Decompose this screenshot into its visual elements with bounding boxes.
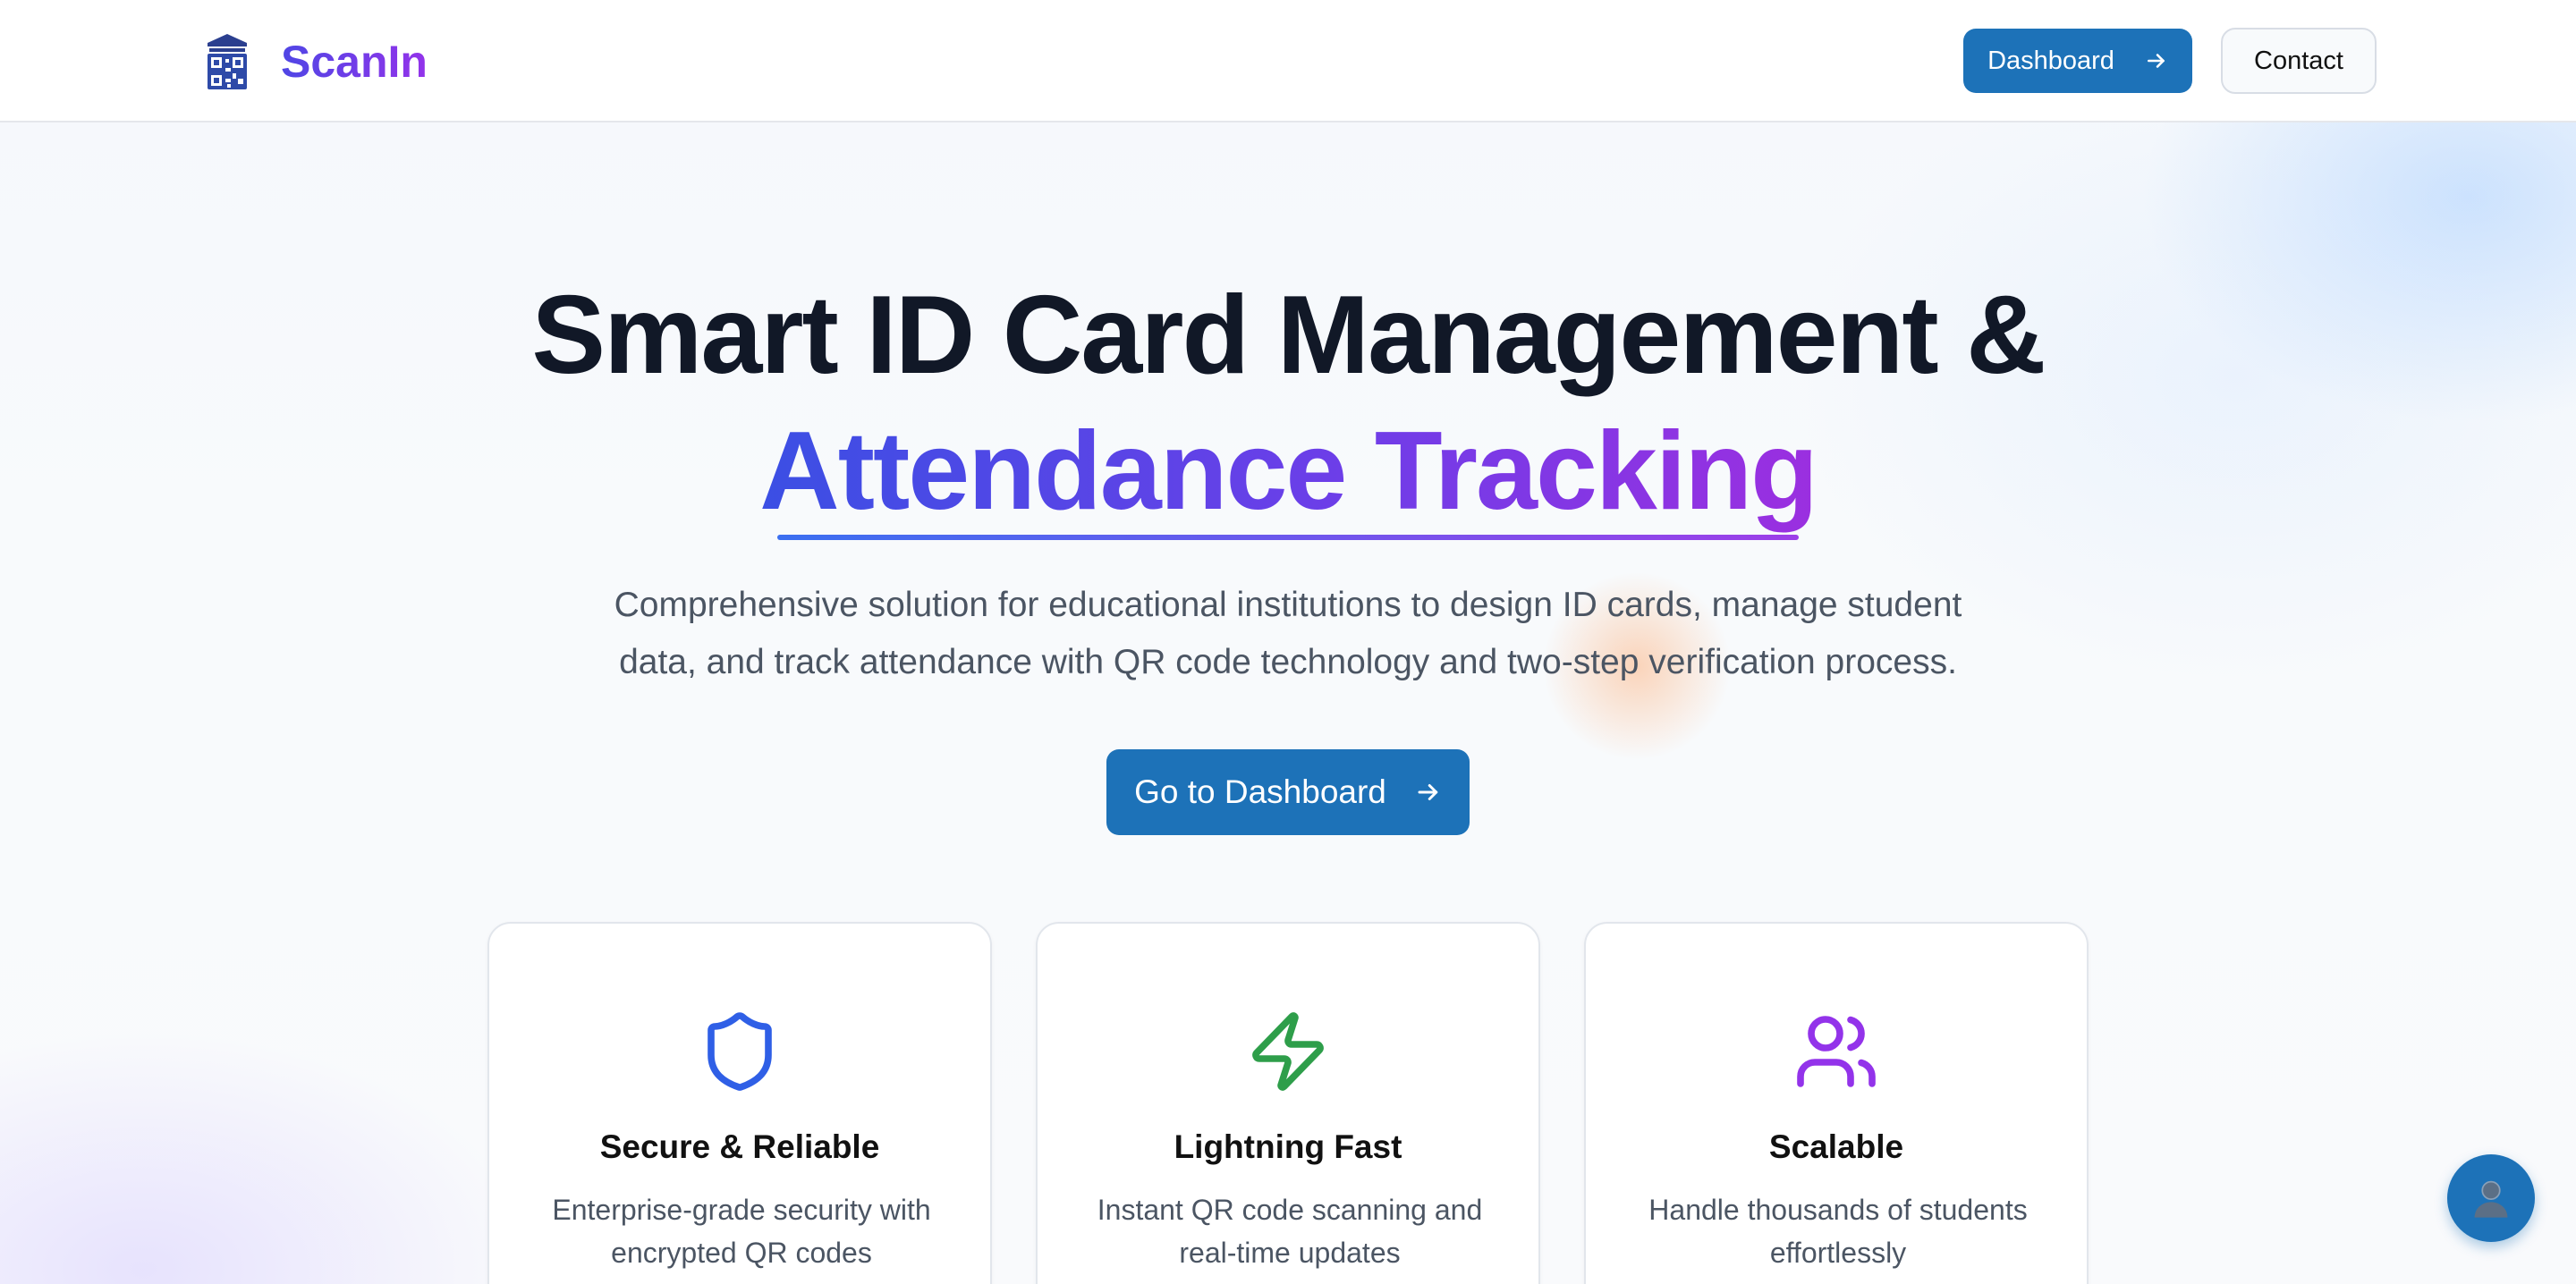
hero-title-underline	[777, 535, 1799, 540]
hero-title-highlight: Attendance Tracking	[759, 410, 1818, 533]
feature-title: Secure & Reliable	[599, 1128, 880, 1165]
hero-subtitle-line1: Comprehensive solution for educational i…	[614, 586, 1962, 624]
dashboard-button-label: Dashboard	[1987, 46, 2114, 75]
go-to-dashboard-button[interactable]: Go to Dashboard	[1106, 749, 1470, 835]
feature-card-fast: Lightning Fast Instant QR code scanning …	[1036, 922, 1540, 1284]
feature-card-scalable: Scalable Handle thousands of students ef…	[1584, 922, 2089, 1284]
brand-name: ScanIn	[281, 37, 428, 87]
arrow-right-icon	[2147, 54, 2165, 68]
feature-description: Instant QR code scanning and real-time u…	[1097, 1194, 1483, 1269]
hero-title-line1: Smart ID Card Management &	[531, 274, 2046, 397]
contact-button[interactable]: Contact	[2221, 28, 2377, 94]
user-avatar-icon	[2474, 1180, 2508, 1218]
feature-title: Lightning Fast	[1174, 1128, 1402, 1165]
hero-subtitle-line2: data, and track attendance with QR code …	[619, 643, 1957, 681]
hero-title-line2: Attendance Tracking	[0, 404, 2576, 572]
feature-title: Scalable	[1768, 1128, 1904, 1165]
shield-icon	[708, 1012, 772, 1091]
arrow-right-icon	[1418, 784, 1438, 800]
contact-button-label: Contact	[2254, 46, 2343, 75]
floating-profile-button[interactable]	[2447, 1154, 2535, 1242]
hero-subtitle: Comprehensive solution for educational i…	[572, 577, 2004, 691]
brand[interactable]: ScanIn	[204, 32, 428, 91]
building-qr-icon	[208, 34, 247, 89]
feature-card-secure: Secure & Reliable Enterprise-grade secur…	[487, 922, 992, 1284]
feature-description: Handle thousands of students effortlessl…	[1648, 1194, 2028, 1269]
go-to-dashboard-label: Go to Dashboard	[1134, 773, 1386, 810]
top-navbar: ScanIn Dashboard Contact	[0, 0, 2576, 122]
users-icon	[1797, 1016, 1876, 1087]
dashboard-button[interactable]: Dashboard	[1963, 29, 2192, 93]
lightning-icon	[1252, 1012, 1324, 1091]
feature-description: Enterprise-grade security with encrypted…	[552, 1194, 931, 1269]
